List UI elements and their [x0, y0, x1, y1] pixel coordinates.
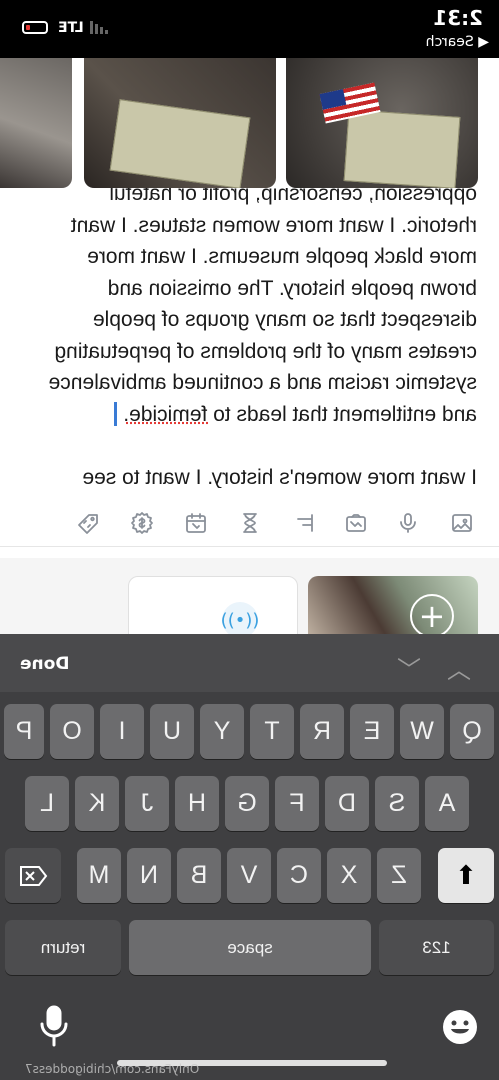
- media-thumbnail[interactable]: [286, 58, 478, 188]
- microphone-icon[interactable]: [393, 508, 423, 538]
- text-line: more black people museums. I want more: [87, 245, 477, 268]
- key-s[interactable]: S: [375, 776, 419, 831]
- key-u[interactable]: U: [150, 704, 194, 759]
- camera-icon[interactable]: [341, 508, 371, 538]
- key-w[interactable]: W: [400, 704, 444, 759]
- key-t[interactable]: T: [250, 704, 294, 759]
- key-r[interactable]: R: [300, 704, 344, 759]
- dollar-bill-image: [343, 109, 461, 188]
- dictation-microphone-icon[interactable]: [39, 1004, 69, 1048]
- text-cursor: [114, 401, 118, 426]
- post-text-editor[interactable]: oppression, censorship, profit or hatefu…: [0, 188, 499, 488]
- signal-icon: [88, 20, 108, 34]
- battery-icon: [22, 21, 48, 34]
- key-x[interactable]: X: [327, 848, 371, 903]
- key-g[interactable]: G: [225, 776, 269, 831]
- key-v[interactable]: V: [227, 848, 271, 903]
- media-thumbnail[interactable]: [84, 58, 276, 188]
- misspelled-word[interactable]: femicide.: [123, 403, 207, 426]
- key-a[interactable]: A: [425, 776, 469, 831]
- broadcast-icon[interactable]: ((•)): [221, 602, 259, 638]
- poll-icon[interactable]: [289, 508, 319, 538]
- text-line-end: and entitlement that leads to: [213, 402, 477, 426]
- return-key[interactable]: return: [5, 920, 121, 975]
- media-thumbnail[interactable]: [0, 58, 72, 188]
- key-b[interactable]: B: [177, 848, 221, 903]
- key-f[interactable]: F: [275, 776, 319, 831]
- text-line: oppression, censorship, profit or hatefu…: [109, 188, 477, 205]
- chevron-up-icon[interactable]: ︿: [447, 650, 471, 685]
- text-line: disrespect that so many groups of people: [92, 308, 477, 331]
- numbers-key[interactable]: 123: [379, 920, 494, 975]
- key-o[interactable]: O: [50, 704, 94, 759]
- key-q[interactable]: Q: [450, 704, 494, 759]
- post-text: oppression, censorship, profit or hatefu…: [17, 188, 477, 488]
- key-h[interactable]: H: [175, 776, 219, 831]
- back-to-search-link[interactable]: ◀ Search: [426, 34, 489, 50]
- mirrored-screen: 2:31 ◀ Search LTE oppression, censorship…: [0, 0, 499, 1080]
- text-line: rhetoric. I want more women statues. I w…: [70, 213, 477, 237]
- key-c[interactable]: C: [277, 848, 321, 903]
- text-line: I want more women's history. I want to s…: [82, 465, 477, 489]
- emoji-icon[interactable]: [441, 1008, 479, 1046]
- price-icon[interactable]: [127, 508, 157, 538]
- text-line: brown people history. The omission and: [107, 276, 477, 300]
- status-bar: 2:31 ◀ Search LTE: [0, 0, 499, 58]
- text-line: systemic racism and a continued ambivale…: [48, 371, 477, 394]
- text-line: and entitlement that leads to femicide.: [17, 399, 477, 431]
- key-m[interactable]: M: [77, 848, 121, 903]
- key-i[interactable]: I: [100, 704, 144, 759]
- calendar-icon[interactable]: [181, 508, 211, 538]
- network-label: LTE: [58, 20, 84, 36]
- shift-key[interactable]: ⬆: [438, 848, 494, 903]
- delete-key[interactable]: [5, 848, 61, 903]
- watermark: OnlyFans.com/chibigoddess7: [24, 1062, 199, 1076]
- shift-arrow-icon: ⬆: [455, 860, 477, 890]
- tag-icon[interactable]: [73, 508, 103, 538]
- dollar-bill-image: [109, 99, 251, 188]
- add-button[interactable]: +: [410, 594, 454, 638]
- post-toolbar: [0, 500, 499, 547]
- key-j[interactable]: J: [125, 776, 169, 831]
- key-l[interactable]: L: [25, 776, 69, 831]
- hourglass-icon[interactable]: [235, 508, 265, 538]
- key-d[interactable]: D: [325, 776, 369, 831]
- backspace-icon: [20, 865, 48, 886]
- key-z[interactable]: Z: [377, 848, 421, 903]
- keyboard-accessory-bar: ︿ ﹀ Done: [0, 634, 499, 692]
- image-icon[interactable]: [447, 508, 477, 538]
- key-e[interactable]: E: [350, 704, 394, 759]
- text-line: creates many of the problems of perpetua…: [54, 339, 477, 363]
- space-bar[interactable]: space: [129, 920, 371, 975]
- attached-media-strip: [0, 58, 499, 188]
- key-y[interactable]: Y: [200, 704, 244, 759]
- key-k[interactable]: K: [75, 776, 119, 831]
- done-button[interactable]: Done: [20, 654, 69, 674]
- clock: 2:31: [433, 6, 483, 30]
- key-n[interactable]: N: [127, 848, 171, 903]
- chevron-down-icon[interactable]: ﹀: [397, 650, 421, 685]
- key-p[interactable]: P: [4, 704, 44, 759]
- text-line: [17, 430, 477, 462]
